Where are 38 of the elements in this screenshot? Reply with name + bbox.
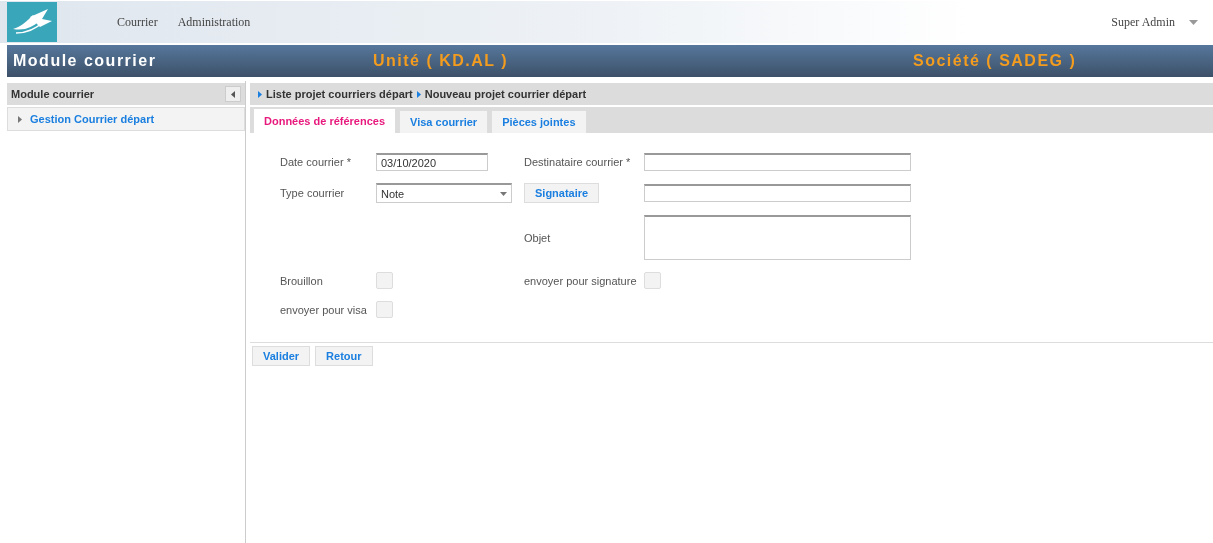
module-title: Module courrier	[13, 52, 158, 70]
nav-link[interactable]: Administration	[177, 14, 251, 30]
arrow-icon	[416, 90, 421, 98]
tab[interactable]: Données de références	[253, 108, 397, 133]
field-label: envoyer pour signature	[524, 274, 638, 287]
field-label: Type courrier	[280, 187, 346, 199]
text-field[interactable]	[644, 153, 911, 171]
arrow-icon	[258, 90, 262, 98]
company-label: Société ( SADEG )	[913, 52, 1077, 70]
field-label: Objet	[524, 231, 552, 244]
text-area[interactable]	[644, 215, 911, 260]
sidebar-title: Module courrier	[11, 88, 95, 100]
collapse-icon	[231, 90, 235, 98]
action-button[interactable]: Retour	[315, 346, 373, 366]
action-button[interactable]: Valider	[252, 346, 311, 366]
breadcrumb-link[interactable]: Nouveau projet courrier départ	[424, 88, 587, 100]
field-label: Destinataire courrier *	[524, 156, 632, 168]
checkbox[interactable]	[376, 272, 393, 289]
sidebar-item[interactable]: Gestion Courrier départ	[7, 107, 245, 131]
checkbox[interactable]	[376, 301, 393, 318]
caret-icon[interactable]	[1189, 19, 1198, 25]
breadcrumb-link[interactable]: Liste projet courriers départ	[266, 88, 413, 100]
caret-icon	[500, 191, 507, 196]
checkbox[interactable]	[644, 272, 661, 289]
nav-link[interactable]: Courrier	[117, 14, 158, 30]
tab[interactable]: Pièces jointes	[491, 110, 587, 133]
tab[interactable]: Visa courrier	[399, 110, 489, 133]
text-field[interactable]: 03/10/2020	[376, 153, 488, 171]
field-label: envoyer pour visa	[280, 303, 368, 316]
dropdown-field[interactable]: Note	[376, 183, 512, 203]
user-menu[interactable]: Super Admin	[1111, 14, 1175, 30]
field-label: Brouillon	[280, 274, 324, 287]
text-field[interactable]	[644, 184, 911, 202]
field-label: Date courrier *	[280, 156, 352, 168]
expand-icon	[18, 115, 22, 123]
unit-label: Unité ( KD.AL )	[373, 52, 510, 70]
collapse-button[interactable]	[225, 86, 241, 102]
signatory-button[interactable]: Signataire	[524, 183, 600, 203]
